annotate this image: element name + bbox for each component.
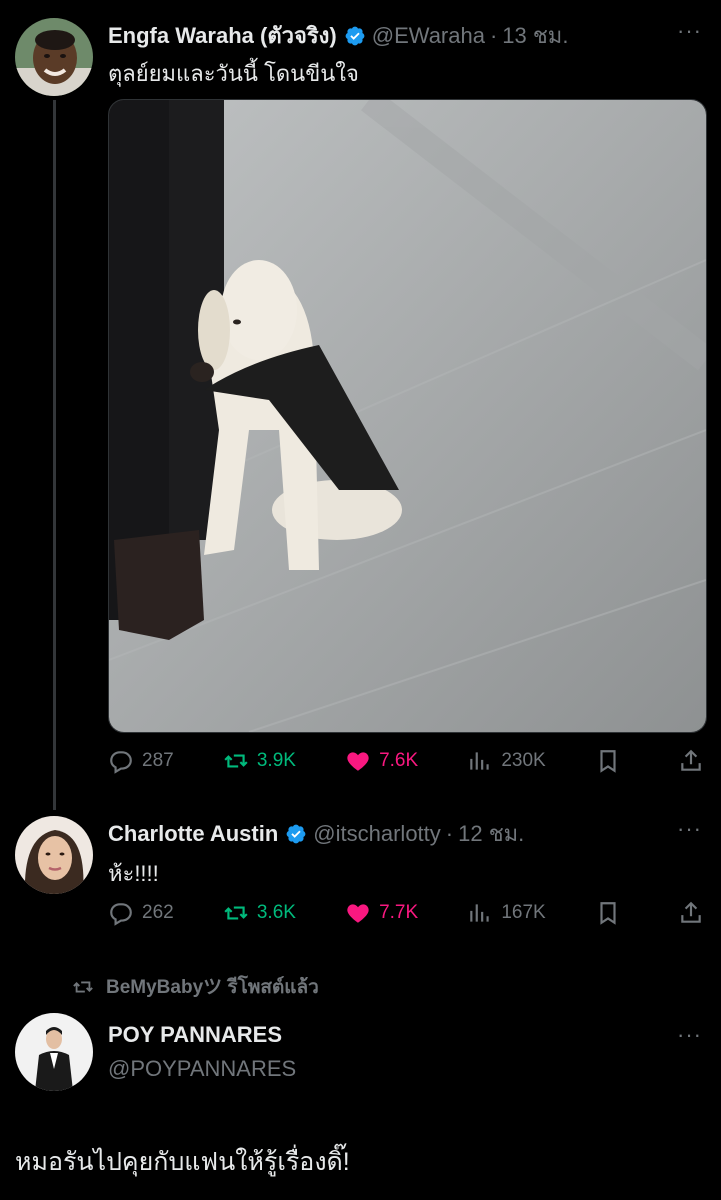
views-button[interactable]: 167K	[467, 900, 546, 926]
author-handle[interactable]: @itscharlotty	[313, 821, 440, 847]
separator-dot: ·	[489, 22, 498, 48]
thread-line	[53, 100, 56, 810]
share-icon	[681, 901, 701, 923]
tweet-photo[interactable]	[108, 99, 707, 733]
retweet-button[interactable]: 3.9K	[223, 748, 296, 774]
views-button[interactable]: 230K	[467, 748, 546, 774]
like-count: 7.7K	[379, 902, 419, 923]
bookmark-button[interactable]	[595, 900, 629, 926]
avatar[interactable]	[15, 1013, 93, 1091]
timestamp[interactable]: 13 ชม.	[502, 18, 568, 53]
avatar[interactable]	[15, 816, 93, 894]
analytics-icon	[470, 904, 489, 922]
analytics-icon	[470, 752, 489, 770]
more-options-icon[interactable]: ···	[677, 18, 702, 44]
tweet-actions: 262 3.6K 7.7K 167K	[108, 898, 704, 928]
bookmark-button[interactable]	[595, 748, 629, 774]
retweet-icon	[224, 906, 248, 920]
heart-icon	[347, 904, 369, 923]
like-button[interactable]: 7.6K	[345, 748, 418, 774]
repost-indicator[interactable]: BeMyBabyツ รีโพสต์แล้ว	[72, 972, 319, 1002]
share-button[interactable]	[678, 748, 704, 774]
like-button[interactable]: 7.7K	[345, 900, 418, 926]
author-handle[interactable]: @EWaraha	[372, 23, 485, 49]
verified-badge-icon	[285, 823, 307, 845]
bookmark-icon	[600, 902, 616, 925]
timestamp[interactable]: 12 ชม.	[458, 816, 524, 851]
share-icon	[681, 749, 701, 771]
reply-count: 287	[142, 750, 174, 771]
author-name[interactable]: Engfa Waraha (ตัวจริง)	[108, 18, 337, 53]
retweet-count: 3.6K	[256, 902, 296, 923]
retweet-icon	[73, 981, 93, 993]
retweet-icon	[224, 754, 248, 768]
tweet-text: ห้ะ!!!!	[108, 861, 159, 886]
author-name[interactable]: Charlotte Austin	[108, 821, 278, 847]
reply-button[interactable]: 262	[108, 900, 174, 926]
like-count: 7.6K	[379, 750, 419, 771]
more-options-icon[interactable]: ···	[677, 816, 702, 842]
tweet-text: ตุลย์ยมและวันนี้ โดนขีนใจ	[108, 61, 359, 86]
bookmark-icon	[600, 750, 616, 773]
retweet-button[interactable]: 3.6K	[223, 900, 296, 926]
author-handle[interactable]: @POYPANNARES	[108, 1056, 296, 1082]
reply-icon	[110, 751, 132, 774]
tweet-text: หมอรันไปคุยกับแฟนให้รู้เรื่องดิ๊!	[15, 1148, 350, 1176]
reply-button[interactable]: 287	[108, 748, 174, 774]
verified-badge-icon	[344, 25, 366, 47]
reply-icon	[110, 903, 132, 926]
view-count: 230K	[501, 750, 546, 771]
view-count: 167K	[501, 902, 546, 923]
author-name[interactable]: POY PANNARES	[108, 1022, 282, 1048]
avatar[interactable]	[15, 18, 93, 96]
retweet-count: 3.9K	[256, 750, 296, 771]
separator-dot: ·	[445, 820, 454, 846]
reply-count: 262	[142, 902, 174, 923]
repost-label: BeMyBabyツ รีโพสต์แล้ว	[106, 977, 319, 998]
share-button[interactable]	[678, 900, 704, 926]
heart-icon	[347, 752, 369, 771]
tweet-actions: 287 3.9K 7.6K 230K	[108, 746, 704, 776]
more-options-icon[interactable]: ···	[677, 1022, 702, 1048]
